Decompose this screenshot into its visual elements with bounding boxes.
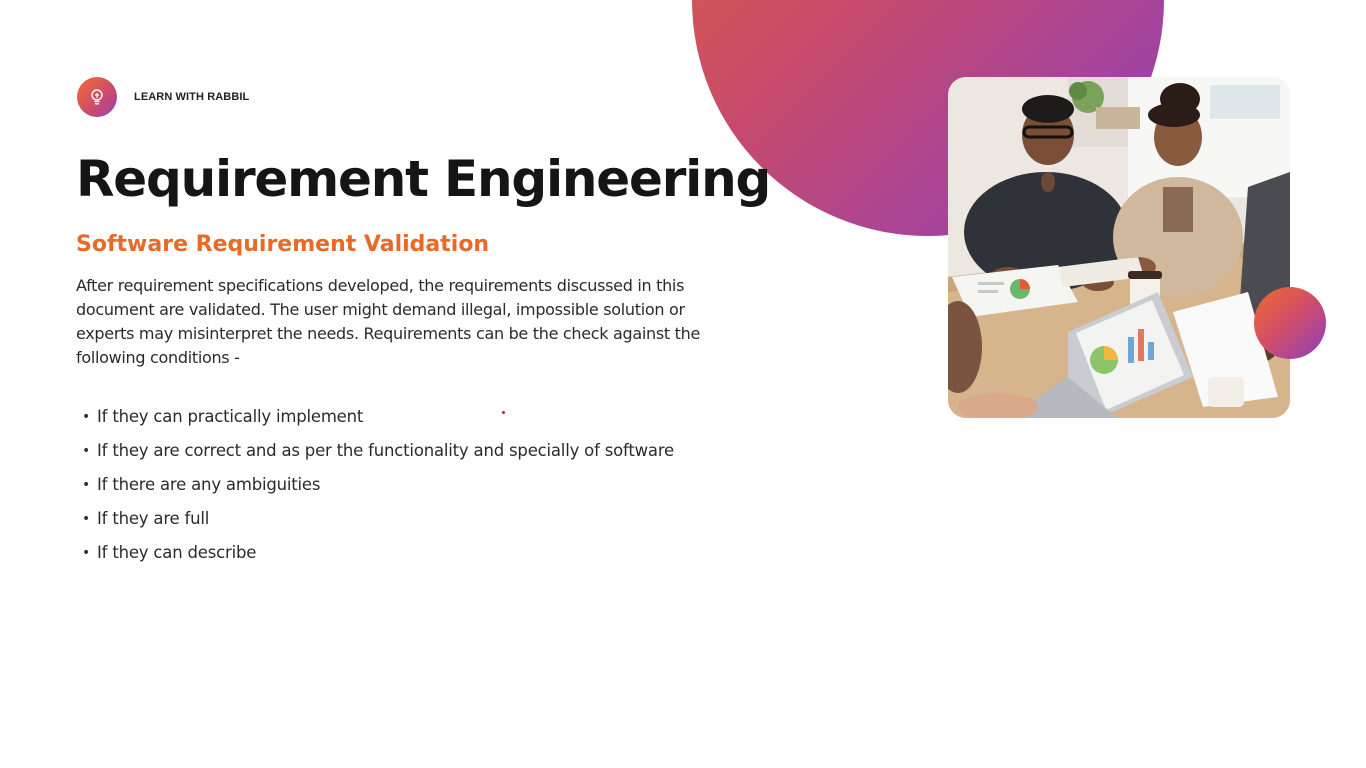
list-item: If they can practically implement [76,403,674,437]
section-subtitle: Software Requirement Validation [76,232,490,257]
page-title: Requirement Engineering [76,150,771,208]
list-item: If there are any ambiguities [76,471,674,505]
decorative-small-circle [1254,287,1326,359]
conditions-list: If they can practically implement If the… [76,403,674,573]
list-item: If they can describe [76,539,674,573]
photo-illustration [948,77,1290,418]
list-item: If they are full [76,505,674,539]
lightbulb-icon [77,77,117,117]
pointer-dot [502,411,505,414]
brand-name: LEARN WITH RABBIL [134,91,250,103]
body-paragraph: After requirement specifications develop… [76,276,701,367]
team-meeting-photo [948,77,1290,418]
brand: LEARN WITH RABBIL [77,77,249,117]
list-item: If they are correct and as per the funct… [76,437,674,471]
